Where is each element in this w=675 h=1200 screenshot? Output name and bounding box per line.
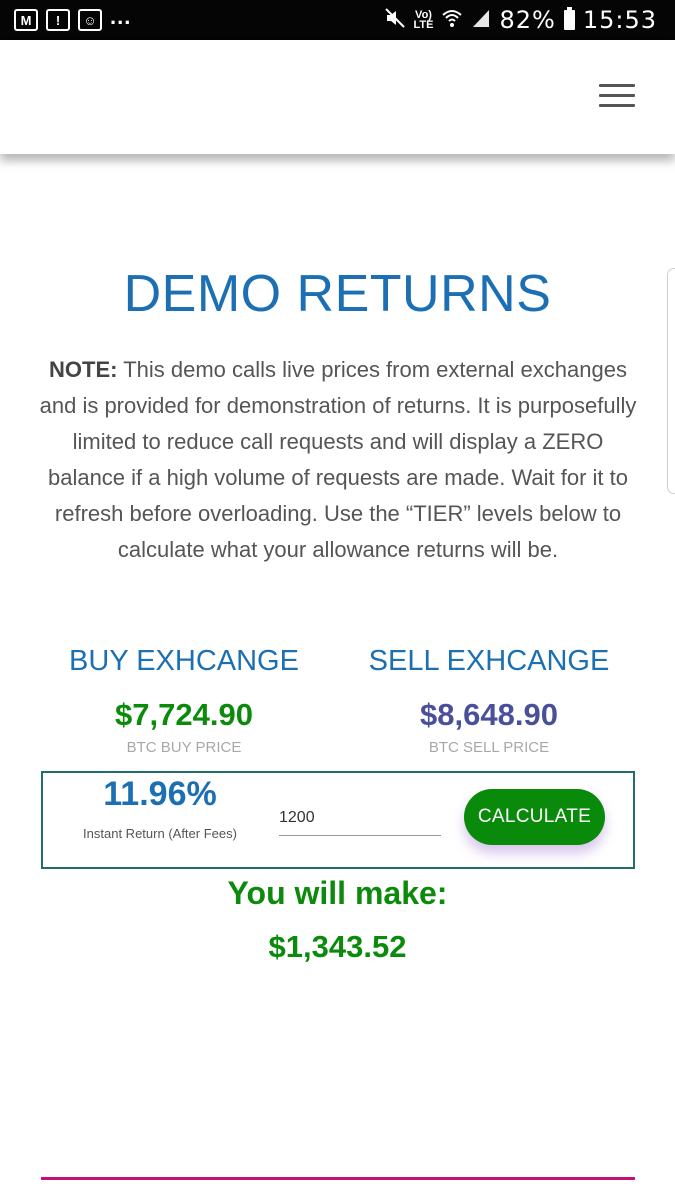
wifi-icon [441,7,463,34]
battery-percent: 82% [499,6,556,34]
status-bar-left: M ! ☺ ... [14,4,131,31]
page: M ! ☺ ... Vo) LTE 82% 15:53 DEMO RETURNS… [0,0,675,1200]
status-bar: M ! ☺ ... Vo) LTE 82% 15:53 [0,0,675,40]
clock: 15:53 [582,6,657,34]
mute-icon [384,7,406,34]
page-title: DEMO RETURNS [123,265,552,323]
status-bar-right: Vo) LTE 82% 15:53 [384,6,657,34]
face-icon: ☺ [78,9,102,31]
gmail-icon: M [14,9,38,31]
battery-icon [563,7,575,30]
btc-sell-price-label: BTC SELL PRICE [428,739,550,756]
note-paragraph: NOTE: This demo calls live prices from e… [38,352,638,568]
btc-sell-price: $8,648.90 [420,697,558,732]
buy-exchange-title: BUY EXHCANGE [69,645,299,677]
amount-input[interactable] [279,800,441,836]
you-will-make-value: $1,343.52 [268,929,407,964]
more-notifications-icon: ... [110,4,132,29]
btc-buy-price: $7,724.90 [115,697,253,732]
instant-return-percent: 11.96% [103,775,217,813]
you-will-make-label: You will make: [227,875,448,911]
note-text: This demo calls live prices from externa… [39,357,637,562]
btc-buy-price-label: BTC BUY PRICE [126,739,242,756]
note-label: NOTE: [49,357,118,382]
sell-exchange-title: SELL EXHCANGE [368,645,610,677]
hamburger-menu-icon[interactable] [599,84,635,110]
signal-icon [471,8,491,33]
volte-indicator: Vo) LTE [413,9,434,31]
section-divider [41,1177,635,1180]
alert-icon: ! [46,9,70,31]
site-header [0,40,675,154]
calculate-button[interactable]: CALCULATE [464,789,605,845]
instant-return-label: Instant Return (After Fees) [83,826,237,841]
